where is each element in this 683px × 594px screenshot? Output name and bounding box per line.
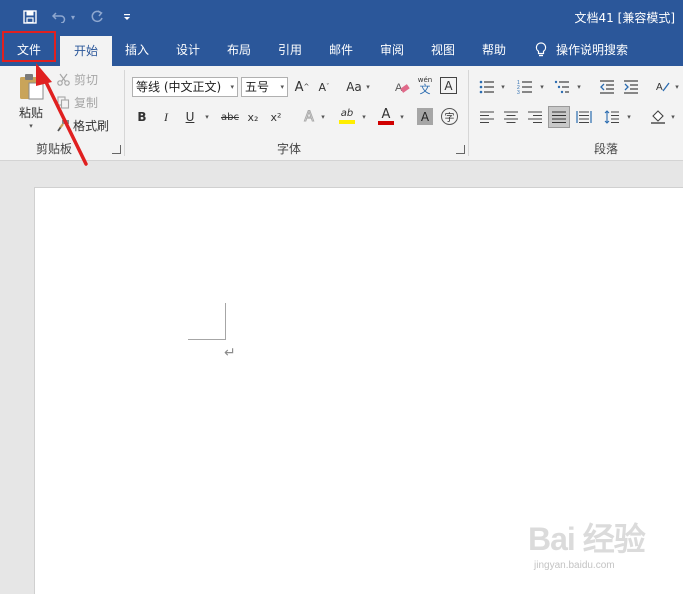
font-color-bar: [378, 120, 394, 125]
customize-toolbar-icon[interactable]: [120, 7, 134, 27]
highlight-glyph: ab: [340, 108, 354, 119]
line-spacing-icon[interactable]: [603, 108, 621, 126]
multilevel-list-icon[interactable]: [553, 78, 571, 96]
redo-icon[interactable]: [88, 7, 106, 27]
clear-formatting-icon[interactable]: A: [393, 78, 411, 96]
tab-layout[interactable]: 布局: [218, 34, 260, 66]
svg-text:A: A: [656, 82, 663, 93]
enclose-characters-button[interactable]: 字: [441, 108, 458, 125]
highlight-button[interactable]: ab: [337, 107, 357, 125]
character-border-icon[interactable]: A: [440, 77, 457, 94]
font-color-dropdown-icon[interactable]: ▾: [398, 109, 406, 125]
font-size-combo[interactable]: 五号 ▾: [241, 77, 288, 97]
paragraph-mark: ↵: [224, 345, 236, 361]
distributed-icon[interactable]: [575, 108, 593, 126]
font-dialog-launcher-icon[interactable]: [456, 145, 465, 154]
font-name-value: 等线 (中文正文): [136, 80, 222, 94]
ribbon-tabs: 文件 开始 插入 设计 布局 引用 邮件 审阅 视图 帮助 操作说明搜索: [0, 34, 683, 66]
lightbulb-icon: [532, 34, 550, 66]
svg-text:3: 3: [517, 90, 520, 94]
clipboard-dialog-launcher-icon[interactable]: [112, 145, 121, 154]
bullets-icon[interactable]: [478, 78, 496, 96]
phonetic-bottom-text: 文: [419, 83, 431, 96]
justify-icon[interactable]: [548, 106, 570, 128]
tab-review[interactable]: 审阅: [371, 34, 413, 66]
copy-button[interactable]: 复制: [72, 94, 100, 110]
undo-dropdown-icon[interactable]: ▾: [68, 7, 78, 27]
clipboard-icon[interactable]: [14, 70, 48, 102]
line-spacing-dropdown-icon[interactable]: ▾: [625, 109, 633, 125]
cut-button[interactable]: 剪切: [72, 71, 100, 87]
numbering-dropdown-icon[interactable]: ▾: [538, 79, 546, 95]
margin-corner-mark: [188, 339, 226, 340]
bold-button[interactable]: B: [135, 109, 149, 125]
underline-dropdown-icon[interactable]: ▾: [203, 109, 211, 125]
phonetic-guide-button[interactable]: wén 文: [415, 75, 435, 97]
chevron-down-icon[interactable]: ▾: [230, 78, 234, 96]
align-right-icon[interactable]: [526, 108, 544, 126]
text-effects-button[interactable]: A: [300, 108, 318, 126]
paste-button[interactable]: 粘贴: [14, 104, 48, 120]
tab-insert[interactable]: 插入: [116, 34, 158, 66]
document-title: 文档41 [兼容模式]: [574, 11, 675, 25]
increase-indent-icon[interactable]: [622, 78, 640, 96]
text-direction-dropdown-icon[interactable]: ▾: [673, 79, 681, 95]
bullets-dropdown-icon[interactable]: ▾: [499, 79, 507, 95]
font-size-value: 五号: [245, 80, 270, 94]
text-direction-icon[interactable]: A: [654, 78, 672, 96]
font-color-glyph: A: [381, 106, 391, 122]
group-divider: [468, 70, 469, 156]
shrink-font-icon[interactable]: Aˇ: [316, 79, 332, 95]
grow-font-icon[interactable]: A ^: [294, 79, 310, 95]
group-divider: [124, 70, 125, 156]
copy-icon: [56, 94, 70, 110]
align-center-icon[interactable]: [502, 108, 520, 126]
tab-help[interactable]: 帮助: [473, 34, 515, 66]
multilevel-list-dropdown-icon[interactable]: ▾: [575, 79, 583, 95]
italic-button[interactable]: I: [159, 109, 173, 125]
watermark-url: jingyan.baidu.com: [534, 560, 615, 571]
undo-icon[interactable]: [50, 7, 68, 27]
align-left-icon[interactable]: [478, 108, 496, 126]
tab-mailings[interactable]: 邮件: [320, 34, 362, 66]
numbering-icon[interactable]: 123: [516, 78, 534, 96]
file-tab-highlight-box: [2, 31, 56, 62]
subscript-button[interactable]: x₂: [245, 109, 261, 125]
shading-bucket-icon[interactable]: [649, 107, 667, 125]
tab-design[interactable]: 设计: [167, 34, 209, 66]
tab-view[interactable]: 视图: [422, 34, 464, 66]
font-color-button[interactable]: A: [377, 107, 395, 125]
font-group-label: 字体: [277, 142, 302, 156]
text-effects-glyph: A: [304, 109, 315, 126]
watermark-logo: Bai 经验: [528, 521, 646, 557]
character-shading-button[interactable]: A: [417, 108, 433, 125]
baidu-jingyan-watermark: Bai 经验 jingyan.baidu.com: [528, 514, 668, 584]
tell-me-search[interactable]: 操作说明搜索: [556, 34, 638, 66]
format-painter-icon: [56, 117, 70, 133]
chevron-down-icon[interactable]: ▾: [280, 78, 284, 96]
format-painter-button[interactable]: 格式刷: [72, 117, 110, 133]
change-case-button[interactable]: Aa: [344, 79, 364, 95]
paste-dropdown-icon[interactable]: ▾: [26, 121, 36, 131]
tab-references[interactable]: 引用: [269, 34, 311, 66]
margin-corner-mark: [225, 303, 226, 340]
clipboard-group-label: 剪贴板: [36, 142, 73, 156]
highlight-dropdown-icon[interactable]: ▾: [360, 109, 368, 125]
underline-button[interactable]: U: [183, 109, 197, 125]
highlight-color-bar: [339, 120, 355, 124]
save-icon[interactable]: [20, 7, 40, 27]
font-name-combo[interactable]: 等线 (中文正文) ▾: [132, 77, 238, 97]
title-bar: ▾ 文档41 [兼容模式]: [0, 0, 683, 34]
superscript-button[interactable]: x²: [268, 109, 284, 125]
paragraph-group-label: 段落: [594, 142, 619, 156]
tab-home[interactable]: 开始: [60, 36, 112, 66]
change-case-dropdown-icon[interactable]: ▾: [364, 79, 372, 95]
shading-dropdown-icon[interactable]: ▾: [669, 109, 677, 125]
text-effects-dropdown-icon[interactable]: ▾: [319, 109, 327, 125]
ribbon: 粘贴 ▾ 剪切 复制 格式刷 剪贴板 等线 (中文正文) ▾ 五号 ▾ A ^ A…: [0, 66, 683, 161]
strikethrough-button[interactable]: abc: [219, 109, 241, 125]
decrease-indent-icon[interactable]: [598, 78, 616, 96]
scissors-icon: [56, 71, 70, 87]
